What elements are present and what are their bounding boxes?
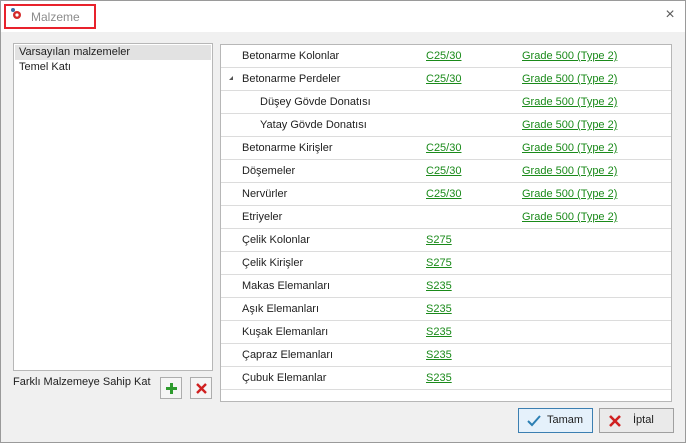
check-icon [527, 415, 541, 427]
element-name: Betonarme Perdeler [242, 73, 341, 85]
concrete-material-link[interactable]: S235 [426, 326, 452, 338]
concrete-material-link[interactable]: S235 [426, 372, 452, 384]
grid-row: Düşey Gövde Donatısı Grade 500 (Type 2) [221, 91, 671, 114]
element-name: Makas Elemanları [242, 280, 331, 292]
concrete-material-link[interactable]: C25/30 [426, 165, 461, 177]
cancel-x-icon [609, 415, 621, 427]
steel-material-link[interactable]: Grade 500 (Type 2) [522, 73, 617, 85]
cancel-label: İptal [633, 414, 654, 426]
steel-material-link[interactable]: Grade 500 (Type 2) [522, 96, 617, 108]
title-bar: Malzeme × [1, 1, 685, 32]
element-name: Çelik Kirişler [242, 257, 304, 269]
concrete-material-link[interactable]: S275 [426, 234, 452, 246]
material-grid: Betonarme Kolonlar C25/30 Grade 500 (Type … [220, 44, 672, 402]
grid-row: Betonarme Kolonlar C25/30 Grade 500 (Type … [221, 45, 671, 68]
grid-row: Yatay Gövde Donatısı Grade 500 (Type 2) [221, 114, 671, 137]
grid-row: Etriyeler Grade 500 (Type 2) [221, 206, 671, 229]
app-icon [11, 8, 21, 19]
concrete-material-link[interactable]: S235 [426, 349, 452, 361]
steel-material-link[interactable]: Grade 500 (Type 2) [522, 50, 617, 62]
ok-button[interactable]: Tamam [518, 408, 593, 433]
element-name: Çapraz Elemanları [242, 349, 334, 361]
delete-button[interactable] [190, 377, 212, 399]
element-name: Nervürler [242, 188, 288, 200]
grid-row: Kuşak Elemanları S235 [221, 321, 671, 344]
grid-row: Nervürler C25/30 Grade 500 (Type 2) [221, 183, 671, 206]
steel-material-link[interactable]: Grade 500 (Type 2) [522, 188, 617, 200]
element-name: Betonarme Kolonlar [242, 50, 340, 62]
grid-row: Çapraz Elemanları S235 [221, 344, 671, 367]
ok-label: Tamam [547, 414, 584, 426]
plus-icon [166, 383, 177, 394]
element-name: Aşık Elemanları [242, 303, 320, 315]
concrete-material-link[interactable]: C25/30 [426, 73, 461, 85]
expand-arrow-icon[interactable] [229, 76, 233, 80]
concrete-material-link[interactable]: C25/30 [426, 50, 461, 62]
grid-row: Betonarme Perdeler C25/30 Grade 500 (Type … [221, 68, 671, 91]
grid-row: Çubuk Elemanlar S235 [221, 367, 671, 390]
steel-material-link[interactable]: Grade 500 (Type 2) [522, 119, 617, 131]
steel-material-link[interactable]: Grade 500 (Type 2) [522, 211, 617, 223]
steel-material-link[interactable]: Grade 500 (Type 2) [522, 165, 617, 177]
element-name: Kuşak Elemanları [242, 326, 329, 338]
add-button[interactable] [160, 377, 182, 399]
grid-row: Çelik Kirişler S275 [221, 252, 671, 275]
element-name: Düşey Gövde Donatısı [260, 96, 371, 108]
floor-list[interactable]: Varsayılan malzemeler Temel Katı [13, 43, 213, 371]
concrete-material-link[interactable]: S275 [426, 257, 452, 269]
grid-row: Betonarme Kirişler C25/30 Grade 500 (Type … [221, 137, 671, 160]
steel-material-link[interactable]: Grade 500 (Type 2) [522, 142, 617, 154]
grid-row: Aşık Elemanları S235 [221, 298, 671, 321]
window-title: Malzeme [31, 10, 80, 24]
element-name: Etriyeler [242, 211, 283, 223]
list-item-default[interactable]: Varsayılan malzemeler [15, 45, 211, 60]
concrete-material-link[interactable]: C25/30 [426, 188, 461, 200]
material-dialog: Malzeme × Varsayılan malzemeler Temel Ka… [0, 0, 686, 443]
element-name: Çelik Kolonlar [242, 234, 310, 246]
element-name: Çubuk Elemanlar [242, 372, 327, 384]
cancel-button[interactable]: İptal [599, 408, 674, 433]
grid-row: Çelik Kolonlar S275 [221, 229, 671, 252]
grid-row: Makas Elemanları S235 [221, 275, 671, 298]
grid-row: Döşemeler C25/30 Grade 500 (Type 2) [221, 160, 671, 183]
element-name: Betonarme Kirişler [242, 142, 333, 154]
element-name: Yatay Gövde Donatısı [260, 119, 367, 131]
delete-x-icon [196, 383, 207, 394]
concrete-material-link[interactable]: S235 [426, 303, 452, 315]
element-name: Döşemeler [242, 165, 296, 177]
concrete-material-link[interactable]: S235 [426, 280, 452, 292]
list-item-foundation[interactable]: Temel Katı [15, 60, 211, 75]
close-icon[interactable]: × [663, 7, 677, 23]
different-material-label: Farklı Malzemeye Sahip Kat [13, 376, 151, 388]
concrete-material-link[interactable]: C25/30 [426, 142, 461, 154]
